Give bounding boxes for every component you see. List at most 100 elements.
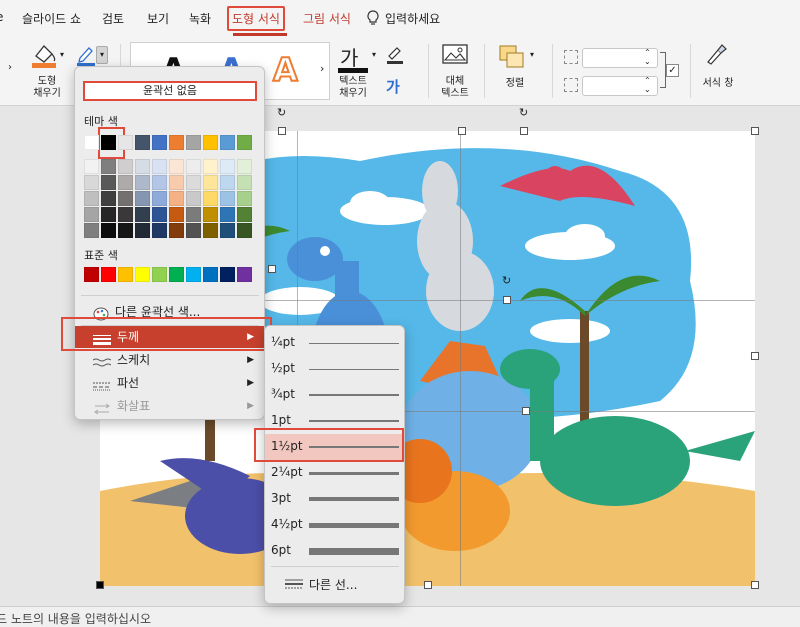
standard-color-swatch[interactable] xyxy=(84,267,99,282)
height-stepper[interactable]: ⌃ ⌄ xyxy=(644,48,651,66)
theme-shade-swatch[interactable] xyxy=(220,191,235,206)
theme-shade-swatch[interactable] xyxy=(101,223,116,238)
theme-shade-swatch[interactable] xyxy=(84,159,99,174)
selection-handle[interactable] xyxy=(520,127,528,135)
notes-hint[interactable]: 노트의 내용을 입력하십시오 xyxy=(11,612,151,626)
shape-outline-dropdown-button[interactable]: ▾ xyxy=(96,46,108,64)
tab-slideshow[interactable]: 슬라이드 쇼 xyxy=(22,10,81,27)
tab-record[interactable]: 녹화 xyxy=(189,10,211,27)
standard-color-swatch[interactable] xyxy=(203,267,218,282)
theme-shade-swatch[interactable] xyxy=(186,207,201,222)
standard-color-swatch[interactable] xyxy=(118,267,133,282)
theme-shade-swatch[interactable] xyxy=(169,223,184,238)
theme-shade-swatch[interactable] xyxy=(186,223,201,238)
no-outline-button[interactable]: 윤곽선 없음 xyxy=(83,81,257,101)
theme-shade-swatch[interactable] xyxy=(135,175,150,190)
theme-color-swatch[interactable] xyxy=(169,135,184,150)
selection-handle[interactable] xyxy=(458,127,466,135)
text-fill-dropdown-icon[interactable]: ▾ xyxy=(372,50,376,59)
theme-shade-swatch[interactable] xyxy=(152,223,167,238)
theme-shade-swatch[interactable] xyxy=(152,191,167,206)
weight-option[interactable]: 6pt xyxy=(265,538,404,564)
theme-shade-swatch[interactable] xyxy=(118,191,133,206)
theme-shade-swatch[interactable] xyxy=(220,159,235,174)
theme-color-swatch[interactable] xyxy=(84,135,99,150)
theme-shade-swatch[interactable] xyxy=(135,191,150,206)
theme-shade-swatch[interactable] xyxy=(237,207,252,222)
rotate-handle-icon[interactable]: ↻ xyxy=(277,106,286,119)
standard-color-swatch[interactable] xyxy=(237,267,252,282)
theme-shade-swatch[interactable] xyxy=(237,159,252,174)
weight-option[interactable]: 3pt xyxy=(265,486,404,512)
theme-color-swatch[interactable] xyxy=(135,135,150,150)
text-fill-glyph[interactable]: 가 xyxy=(340,42,358,71)
rotate-handle-icon[interactable]: ↻ xyxy=(519,106,528,119)
standard-color-swatch[interactable] xyxy=(186,267,201,282)
text-outline-icon[interactable] xyxy=(386,46,406,67)
theme-shade-swatch[interactable] xyxy=(237,175,252,190)
collapse-chevron-icon[interactable]: › xyxy=(8,62,12,73)
theme-color-swatch[interactable] xyxy=(237,135,252,150)
selection-handle[interactable] xyxy=(278,127,286,135)
selection-handle[interactable] xyxy=(522,407,530,415)
standard-color-swatch[interactable] xyxy=(101,267,116,282)
tab-view[interactable]: 보기 xyxy=(147,10,169,27)
theme-shade-swatch[interactable] xyxy=(186,175,201,190)
weight-option[interactable]: ¾pt xyxy=(265,382,404,408)
selection-handle[interactable] xyxy=(96,581,104,589)
theme-shade-swatch[interactable] xyxy=(101,191,116,206)
theme-shade-swatch[interactable] xyxy=(152,207,167,222)
sketch-item[interactable]: 스케치 ▶ xyxy=(75,349,264,371)
theme-shade-swatch[interactable] xyxy=(84,191,99,206)
paint-bucket-icon[interactable] xyxy=(30,42,58,71)
format-pane-icon[interactable] xyxy=(704,42,730,69)
weight-option[interactable]: ½pt xyxy=(265,356,404,382)
theme-shade-swatch[interactable] xyxy=(84,175,99,190)
theme-shade-swatch[interactable] xyxy=(152,175,167,190)
selection-handle[interactable] xyxy=(503,296,511,304)
theme-shade-swatch[interactable] xyxy=(186,191,201,206)
tab-shape-format[interactable]: 도형 서식 xyxy=(227,6,285,31)
width-stepper[interactable]: ⌃ ⌄ xyxy=(644,76,651,94)
theme-shade-swatch[interactable] xyxy=(220,175,235,190)
weight-option[interactable]: 4½pt xyxy=(265,512,404,538)
weight-option[interactable]: 2¼pt xyxy=(265,460,404,486)
shape-fill-dropdown-icon[interactable]: ▾ xyxy=(60,50,64,59)
theme-shade-swatch[interactable] xyxy=(101,175,116,190)
selection-handle[interactable] xyxy=(424,581,432,589)
theme-shade-swatch[interactable] xyxy=(237,191,252,206)
theme-shade-swatch[interactable] xyxy=(84,223,99,238)
theme-shade-swatch[interactable] xyxy=(135,223,150,238)
selection-handle[interactable] xyxy=(268,265,276,273)
arrange-dropdown-icon[interactable]: ▾ xyxy=(530,50,534,59)
arrange-icon[interactable] xyxy=(498,44,526,73)
theme-shade-swatch[interactable] xyxy=(203,223,218,238)
theme-shade-swatch[interactable] xyxy=(186,159,201,174)
text-effects-icon[interactable]: 가 xyxy=(386,76,400,97)
selection-handle[interactable] xyxy=(751,581,759,589)
theme-shade-swatch[interactable] xyxy=(203,207,218,222)
gallery-next-icon[interactable]: › xyxy=(320,62,324,75)
selection-handle[interactable] xyxy=(751,127,759,135)
theme-shade-swatch[interactable] xyxy=(169,175,184,190)
theme-color-swatch[interactable] xyxy=(101,135,116,150)
rotate-handle-icon[interactable]: ↻ xyxy=(502,274,511,287)
theme-shade-swatch[interactable] xyxy=(118,223,133,238)
theme-shade-swatch[interactable] xyxy=(220,207,235,222)
theme-shade-swatch[interactable] xyxy=(203,159,218,174)
theme-color-swatch[interactable] xyxy=(152,135,167,150)
notes-bar[interactable]: 드 노트의 내용을 입력하십시오 xyxy=(0,606,800,627)
dash-item[interactable]: 파선 ▶ xyxy=(75,372,264,394)
standard-color-swatch[interactable] xyxy=(220,267,235,282)
theme-shade-swatch[interactable] xyxy=(237,223,252,238)
theme-shade-swatch[interactable] xyxy=(152,159,167,174)
theme-shade-swatch[interactable] xyxy=(135,207,150,222)
theme-color-swatch[interactable] xyxy=(203,135,218,150)
theme-shade-swatch[interactable] xyxy=(203,191,218,206)
theme-shade-swatch[interactable] xyxy=(118,175,133,190)
weight-option[interactable]: ¼pt xyxy=(265,330,404,356)
selection-handle[interactable] xyxy=(751,352,759,360)
theme-shade-swatch[interactable] xyxy=(84,207,99,222)
theme-shade-swatch[interactable] xyxy=(169,159,184,174)
theme-color-swatch[interactable] xyxy=(220,135,235,150)
